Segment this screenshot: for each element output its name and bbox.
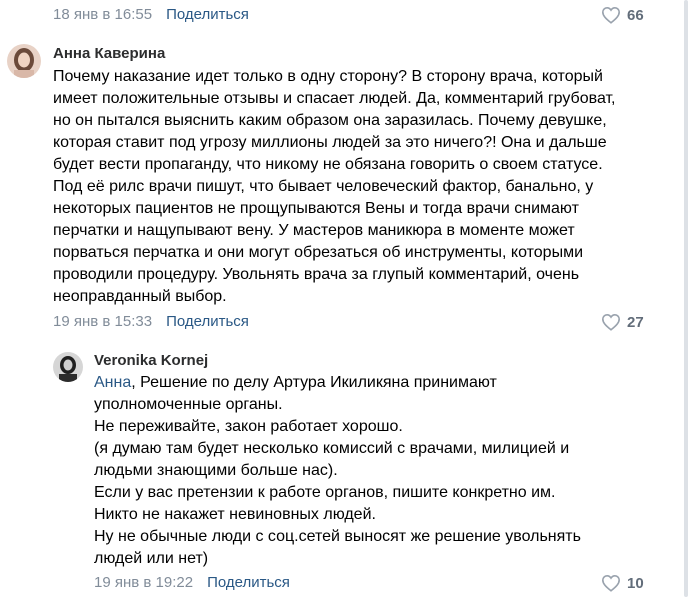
like-button[interactable]: 66 <box>601 6 644 24</box>
comment-author[interactable]: Veronika Kornej <box>94 352 208 369</box>
reply-line: людьми знающими больше нас). <box>94 462 338 479</box>
share-link[interactable]: Поделиться <box>207 574 290 591</box>
like-count: 27 <box>627 313 644 331</box>
scrollbar-thumb[interactable] <box>684 0 688 597</box>
avatar[interactable] <box>53 352 83 382</box>
comment-meta: 19 янв в 19:22 Поделиться <box>94 574 290 591</box>
mention-link[interactable]: Анна <box>94 374 131 391</box>
comment-line: проводили процедуру. Увольнять врача за … <box>53 266 580 283</box>
comment-line: неоправданный выбор. <box>53 288 227 305</box>
reply-first-line: Анна, Решение по делу Артура Икиликяна п… <box>94 372 581 394</box>
comment-line: которая ставит под угрозу миллионы людей… <box>53 134 607 151</box>
comment-line: некоторых пациентов не прощупываются Вен… <box>53 200 579 217</box>
scrollbar-track[interactable] <box>681 0 691 597</box>
comment-meta: 19 янв в 15:33 Поделиться <box>53 313 249 330</box>
reply-line: Не переживайте, закон работает хорошо. <box>94 418 403 435</box>
heart-icon <box>601 313 621 331</box>
share-link[interactable]: Поделиться <box>166 6 249 23</box>
comment-date[interactable]: 18 янв в 16:55 <box>53 6 152 23</box>
comment-date[interactable]: 19 янв в 19:22 <box>94 574 193 591</box>
avatar-image <box>7 44 41 78</box>
comment-line: но он пытался выяснить каким образом она… <box>53 112 607 129</box>
comment-meta: 18 янв в 16:55 Поделиться <box>53 6 249 23</box>
like-button[interactable]: 10 <box>601 574 644 592</box>
like-count: 10 <box>627 574 644 592</box>
comment-line: будет вести пропаганду, что никому не об… <box>53 156 603 173</box>
reply-line: Если у вас претензии к работе органов, п… <box>94 484 556 501</box>
comment-line: порваться перчатка и они могут обрезатьс… <box>53 244 583 261</box>
comment-line: Под её рилс врачи пишут, что бывает чело… <box>53 178 594 195</box>
comment-author[interactable]: Анна Каверина <box>53 45 165 62</box>
comment-line: Почему наказание идет только в одну стор… <box>53 68 603 85</box>
like-button[interactable]: 27 <box>601 313 644 331</box>
heart-icon <box>601 574 621 592</box>
reply-text: Анна, Решение по делу Артура Икиликяна п… <box>94 372 581 570</box>
heart-icon <box>601 6 621 24</box>
reply-line: , Решение по делу Артура Икиликяна прини… <box>131 374 497 391</box>
comment-text: Почему наказание идет только в одну стор… <box>53 66 615 308</box>
avatar-image <box>53 352 83 382</box>
reply-line: людей или нет) <box>94 550 209 567</box>
reply-line: уполномоченные органы. <box>94 396 283 413</box>
reply-line: Ну не обычные люди с соц.сетей выносят ж… <box>94 528 581 545</box>
comment-line: имеет положительные отзывы и спасает люд… <box>53 90 616 107</box>
share-link[interactable]: Поделиться <box>166 313 249 330</box>
like-count: 66 <box>627 6 644 24</box>
reply-line: (я думаю там будет несколько комиссий с … <box>94 440 570 457</box>
avatar[interactable] <box>7 44 41 78</box>
reply-line: Никто не накажет невиновных людей. <box>94 506 376 523</box>
comment-date[interactable]: 19 янв в 15:33 <box>53 313 152 330</box>
comment-line: перчатки и нащупывают вену. У мастеров м… <box>53 222 575 239</box>
